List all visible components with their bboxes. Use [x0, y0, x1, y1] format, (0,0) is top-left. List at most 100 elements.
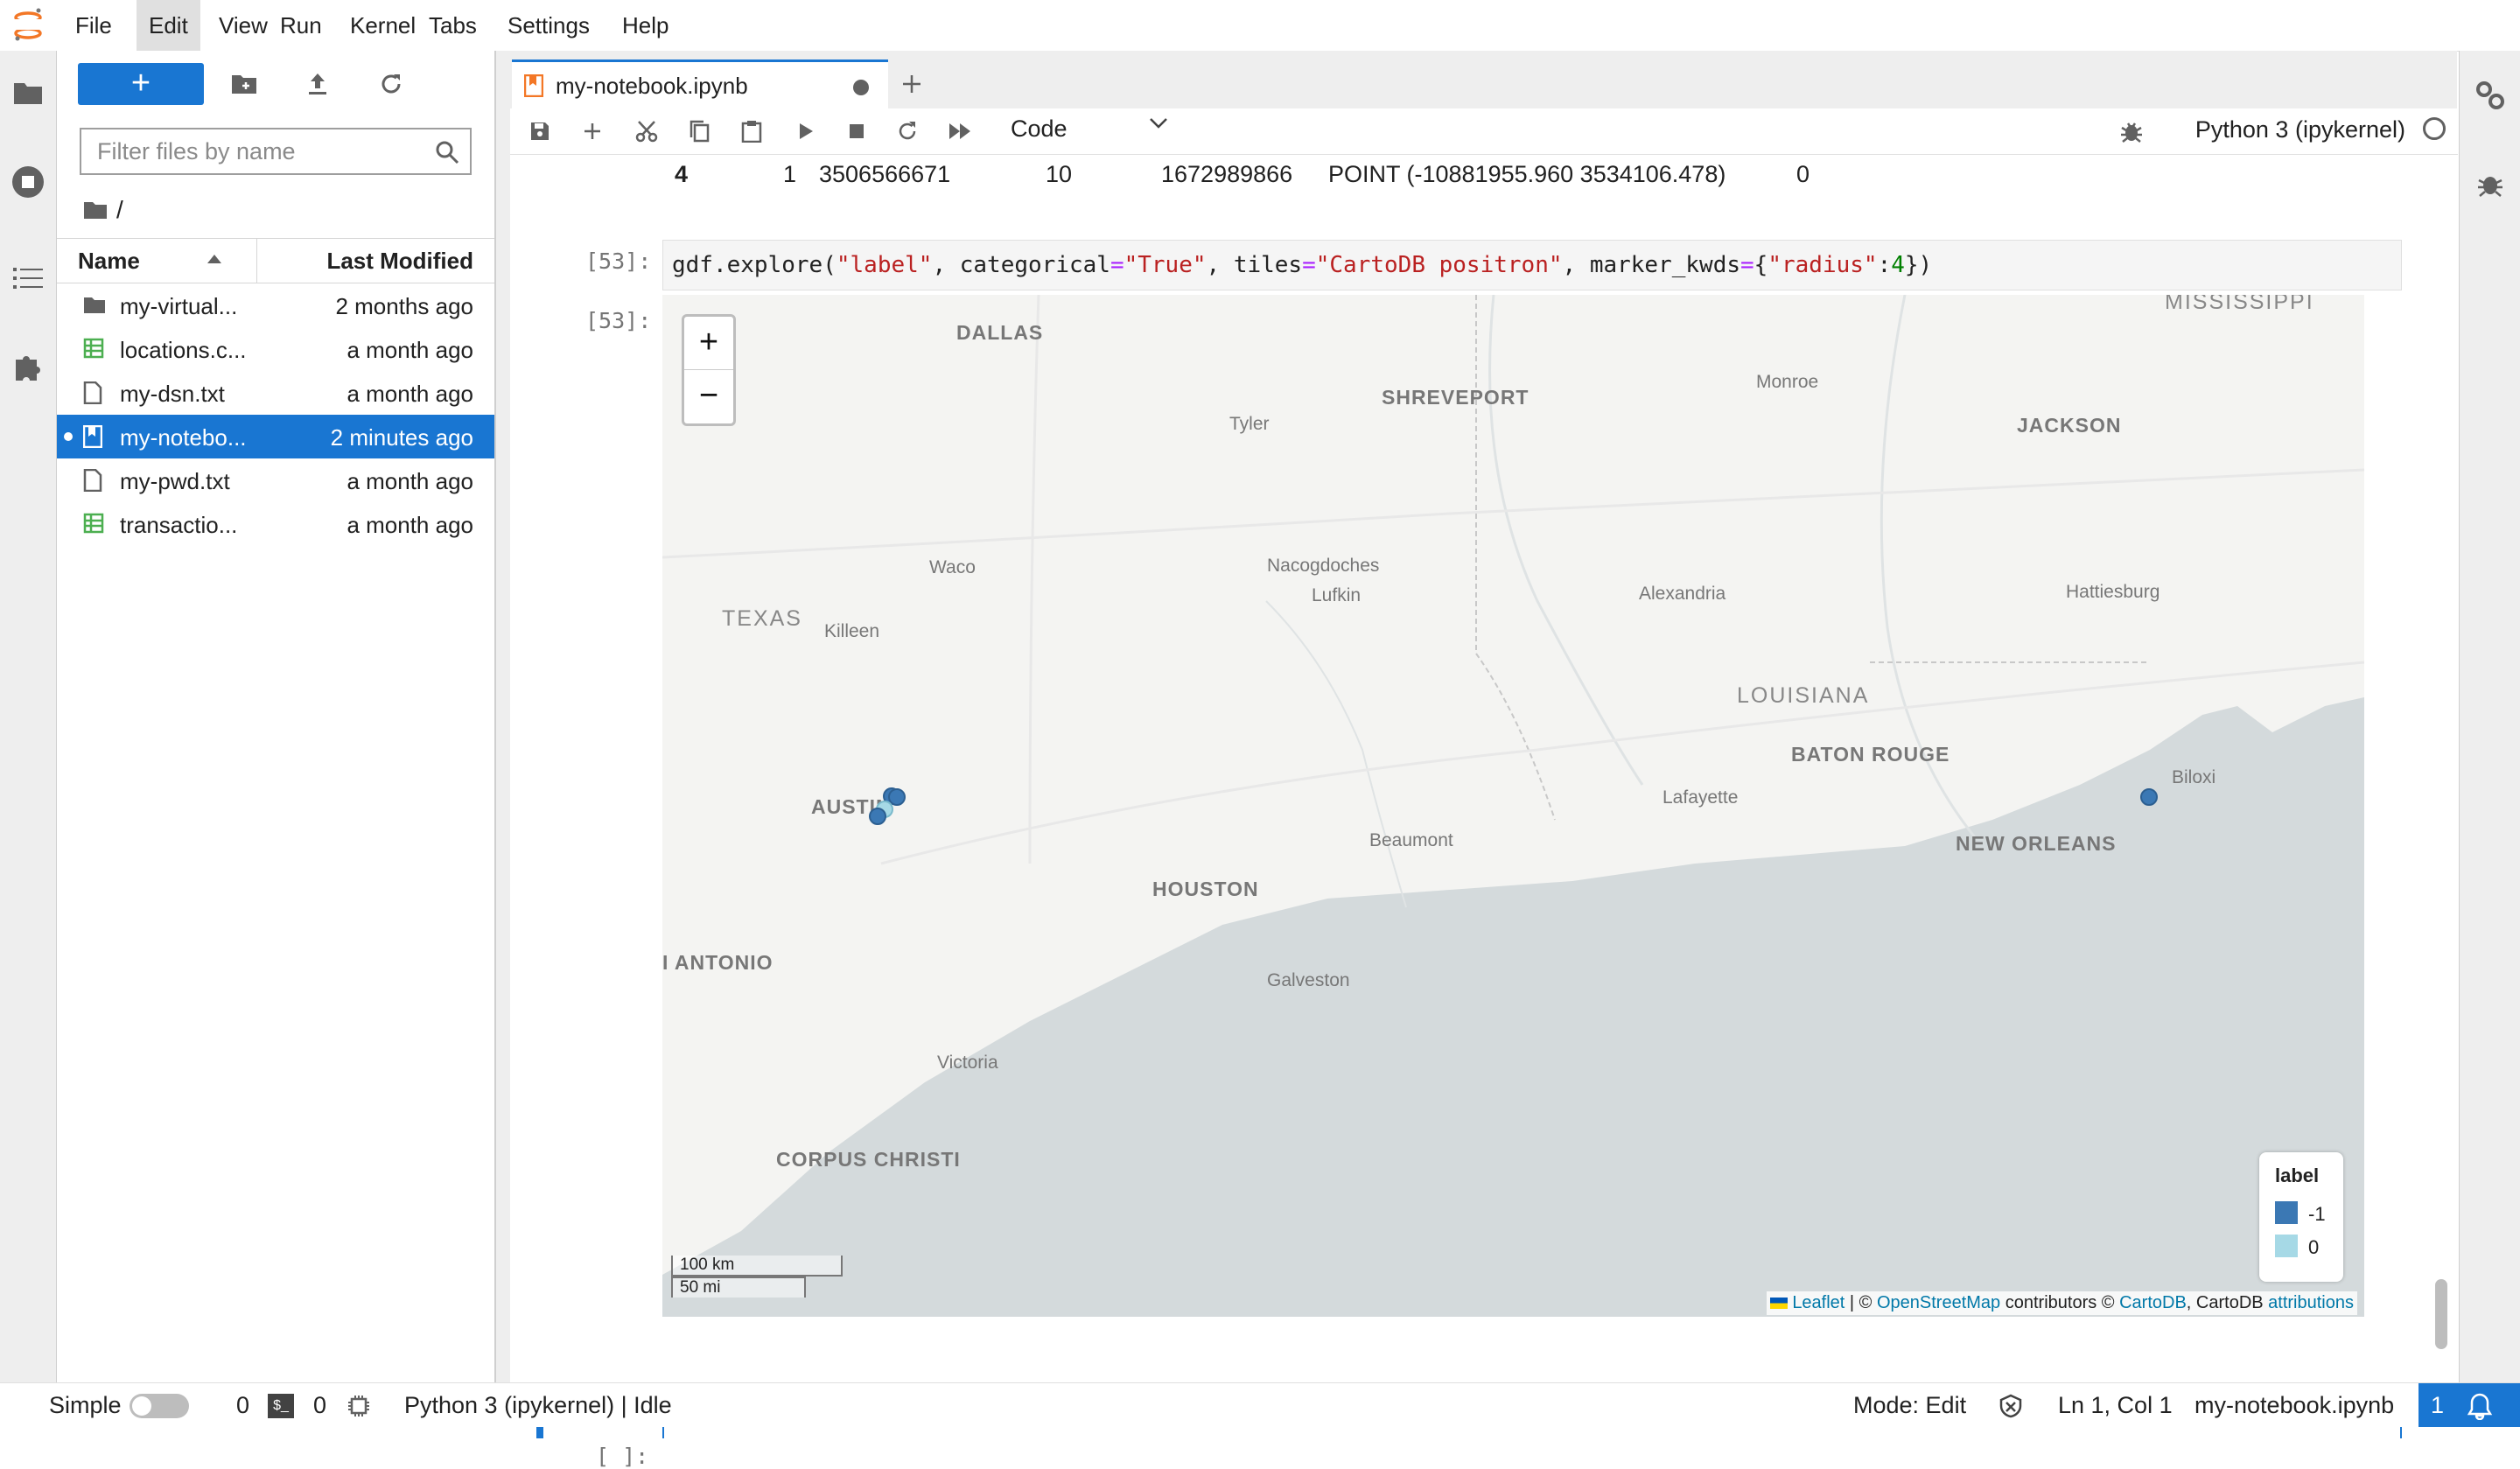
attributions-link[interactable]: attributions: [2268, 1293, 2354, 1312]
output-prompt: [53]:: [585, 308, 652, 333]
code-token: }): [1904, 252, 1933, 278]
menu-settings[interactable]: Settings: [495, 0, 602, 51]
file-modified: a month ago: [346, 468, 473, 494]
restart-run-all-icon[interactable]: [941, 112, 979, 150]
paste-icon[interactable]: [732, 112, 771, 150]
upload-icon[interactable]: [297, 63, 339, 105]
file-name: my-pwd.txt: [120, 468, 230, 494]
table-cell: 1: [783, 161, 797, 187]
leaflet-link[interactable]: Leaflet: [1792, 1293, 1844, 1312]
kernel-name-button[interactable]: Python 3 (ipykernel): [2195, 116, 2405, 143]
menu-help[interactable]: Help: [610, 0, 681, 51]
menu-file[interactable]: File: [63, 0, 124, 51]
left-sidebar-rail: [0, 51, 57, 1382]
table-of-contents-icon[interactable]: [9, 259, 47, 297]
table-cell: 1672989866: [1161, 161, 1293, 187]
file-list-item[interactable]: my-dsn.txt a month ago: [57, 371, 494, 415]
code-token: =: [1302, 252, 1316, 278]
menu-bar: File Edit View Run Kernel Tabs Settings Help: [0, 0, 2520, 52]
file-browser-panel: + / Name Last Modified my-virtual... 2 mo…: [57, 51, 496, 1382]
breadcrumb[interactable]: /: [83, 196, 123, 224]
ukraine-flag-icon: [1769, 1298, 1788, 1310]
running-sessions-icon[interactable]: [9, 163, 47, 201]
file-list-item[interactable]: my-virtual... 2 months ago: [57, 283, 494, 327]
menu-run[interactable]: Run: [268, 0, 334, 51]
tab-my-notebook[interactable]: my-notebook.ipynb: [512, 59, 888, 108]
code-token: , tiles: [1206, 252, 1303, 278]
cut-icon[interactable]: [627, 112, 666, 150]
simple-mode-toggle[interactable]: [130, 1394, 189, 1418]
terminal-count[interactable]: 0: [236, 1392, 249, 1419]
copy-icon[interactable]: [680, 112, 718, 150]
attribution-text: contributors ©: [2000, 1293, 2120, 1312]
filter-files-input[interactable]: [95, 129, 431, 173]
map-marker[interactable]: [888, 788, 906, 806]
running-indicator: [64, 432, 73, 441]
breadcrumb-root[interactable]: /: [116, 196, 123, 224]
insert-cell-icon[interactable]: [573, 112, 612, 150]
osm-link[interactable]: OpenStreetMap: [1877, 1293, 2000, 1312]
cursor-position[interactable]: Ln 1, Col 1: [2058, 1392, 2173, 1419]
debugger-bug-icon[interactable]: [2120, 119, 2143, 143]
zoom-out-button[interactable]: −: [684, 370, 733, 423]
code-token: :: [1877, 252, 1892, 278]
property-inspector-gears-icon[interactable]: [2474, 79, 2507, 112]
zoom-in-button[interactable]: +: [684, 317, 733, 370]
refresh-icon[interactable]: [370, 63, 412, 105]
code-token: "label": [836, 252, 933, 278]
cartodb-link[interactable]: CartoDB: [2119, 1293, 2187, 1312]
file-list-item[interactable]: locations.c... a month ago: [57, 327, 494, 371]
menu-edit[interactable]: Edit: [136, 0, 200, 51]
code-token: "CartoDB positron": [1315, 252, 1563, 278]
new-launcher-button[interactable]: +: [78, 63, 204, 105]
folder-icon: [84, 202, 107, 219]
file-icon: [83, 381, 106, 405]
kernel-status-icon: [2423, 117, 2446, 140]
next-cell-prompt: [ ]:: [596, 1444, 649, 1469]
file-name: my-virtual...: [120, 293, 238, 319]
cell-type-select[interactable]: Code: [1011, 115, 1068, 143]
file-list-item[interactable]: my-pwd.txt a month ago: [57, 458, 494, 502]
add-tab-button[interactable]: [888, 59, 935, 108]
map-attribution: Leaflet | © OpenStreetMap contributors ©…: [1766, 1291, 2357, 1315]
kernel-status[interactable]: Python 3 (ipykernel) | Idle: [404, 1392, 672, 1419]
code-token: , marker_kwds: [1562, 252, 1741, 278]
map-marker[interactable]: [869, 808, 886, 825]
folium-map[interactable]: MISSISSIPPI DALLAS SHREVEPORT Monroe JACKSON…: [662, 295, 2364, 1317]
code-cell-editor[interactable]: gdf.explore("label", categorical="True",…: [662, 240, 2402, 290]
save-icon[interactable]: [521, 112, 559, 150]
debugger-bug-icon[interactable]: [2477, 170, 2503, 198]
column-header-last-modified[interactable]: Last Modified: [326, 248, 473, 275]
file-list-item[interactable]: my-notebo... 2 minutes ago: [57, 415, 494, 458]
legend-value: 0: [2308, 1236, 2320, 1258]
file-list-item[interactable]: transactio... a month ago: [57, 502, 494, 546]
menu-kernel[interactable]: Kernel: [338, 0, 428, 51]
spreadsheet-icon: [83, 338, 106, 360]
column-header-name[interactable]: Name: [78, 248, 140, 275]
code-token: , categorical: [932, 252, 1110, 278]
notebook-toolbar: Code Python 3 (ipykernel): [510, 108, 2458, 155]
notification-button[interactable]: 1: [2418, 1383, 2520, 1427]
file-name: my-dsn.txt: [120, 381, 225, 407]
simple-mode-label: Simple: [49, 1392, 122, 1418]
unsaved-changes-dot[interactable]: [853, 80, 869, 95]
run-icon[interactable]: [787, 112, 825, 150]
map-scale: 100 km 50 mi: [671, 1256, 843, 1298]
stop-icon[interactable]: [837, 112, 876, 150]
code-token: {: [1754, 252, 1768, 278]
lsp-status-icon[interactable]: [1998, 1394, 2023, 1418]
table-cell: 10: [1046, 161, 1073, 187]
folder-icon[interactable]: [9, 73, 47, 112]
file-modified: a month ago: [346, 381, 473, 407]
legend-value: -1: [2308, 1203, 2326, 1225]
kernel-count[interactable]: 0: [313, 1392, 326, 1419]
chevron-down-icon[interactable]: [1149, 117, 1168, 129]
restart-kernel-icon[interactable]: [888, 112, 927, 150]
extensions-puzzle-icon[interactable]: [9, 348, 47, 387]
scrollbar-thumb[interactable]: [2435, 1279, 2447, 1349]
new-folder-icon[interactable]: [223, 63, 265, 105]
map-marker[interactable]: [2140, 788, 2158, 806]
file-name: transactio...: [120, 512, 238, 538]
menu-tabs[interactable]: Tabs: [416, 0, 489, 51]
legend-title: label: [2275, 1165, 2320, 1186]
